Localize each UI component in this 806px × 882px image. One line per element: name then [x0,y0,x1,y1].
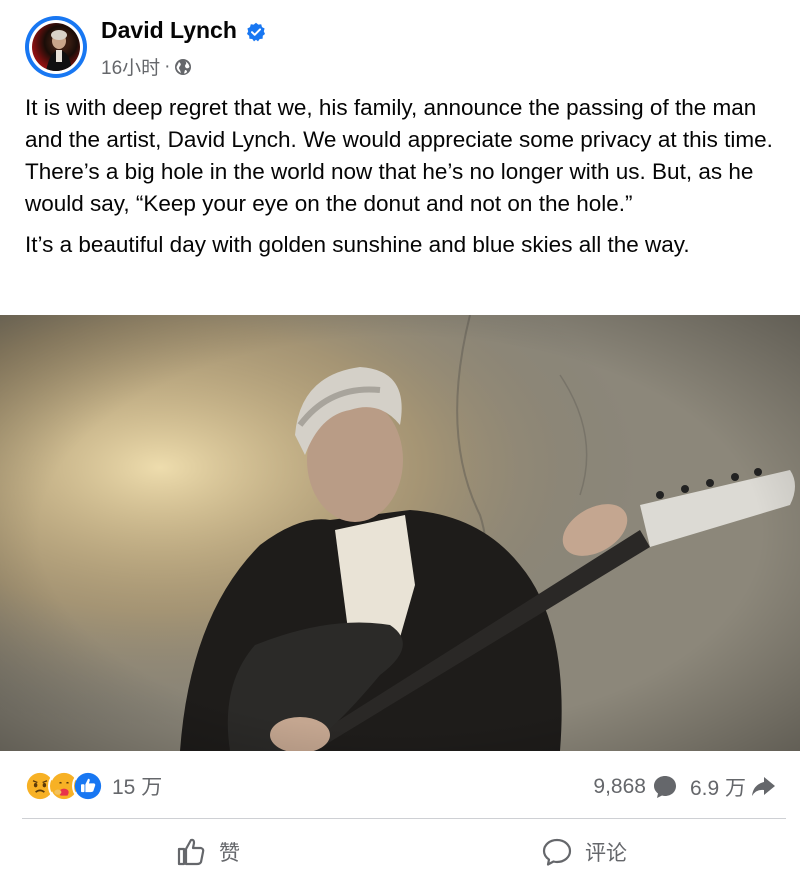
comment-label: 评论 [585,842,627,865]
like-reaction-icon [72,770,104,802]
avatar-photo [32,23,80,71]
share-count[interactable]: 6.9 万 [690,772,746,802]
post-text: It is with deep regret that we, his fami… [25,92,785,270]
meta-separator: · [164,55,171,77]
post-stats: 9,868 6.9 万 [593,772,776,802]
comment-icon [542,838,572,866]
avatar-ring [29,20,83,74]
divider [22,818,786,819]
post-paragraph: It’s a beautiful day with golden sunshin… [25,232,690,257]
comment-bubble-icon [653,776,676,798]
comment-count[interactable]: 9,868 [593,775,646,799]
reaction-count[interactable]: 15 万 [112,771,162,801]
author-name[interactable]: David Lynch [101,17,237,44]
post-card: David Lynch 16小时 · It is with deep regre… [0,0,806,882]
post-time[interactable]: 16小时 [101,53,160,80]
like-button[interactable]: 赞 [175,836,240,868]
reaction-summary[interactable]: 15 万 [24,770,162,802]
author-avatar[interactable] [25,16,87,78]
globe-icon[interactable] [174,58,192,76]
post-photo[interactable] [0,315,800,751]
thumbs-up-icon [177,838,205,866]
post-meta: 16小时 · [101,53,192,80]
share-arrow-icon [752,777,775,796]
verified-badge-icon [247,22,265,42]
like-label: 赞 [219,842,240,865]
comment-button[interactable]: 评论 [541,836,627,868]
post-paragraph: It is with deep regret that we, his fami… [25,95,773,216]
